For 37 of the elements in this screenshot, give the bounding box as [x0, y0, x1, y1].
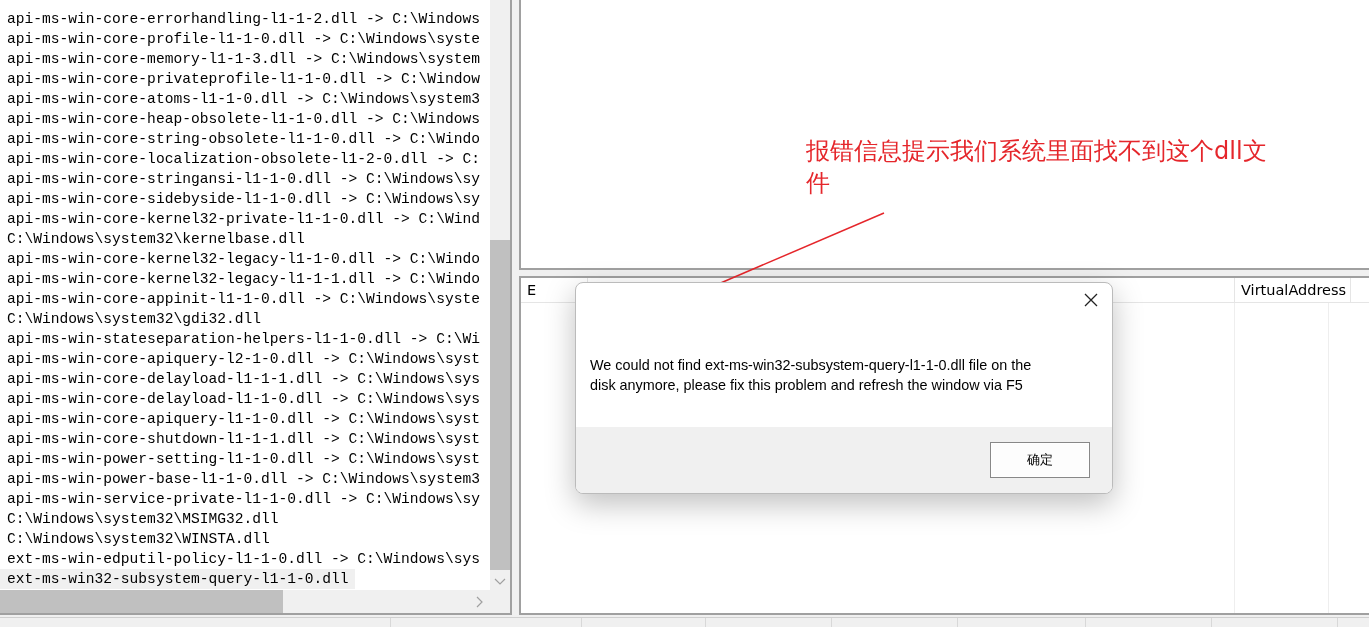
log-line[interactable]: api-ms-win-core-atoms-l1-1-0.dll -> C:\Windows\system3 — [7, 89, 480, 109]
log-line[interactable]: C:\Windows\system32\kernelbase.dll — [7, 229, 305, 249]
log-line[interactable]: api-ms-win-core-memory-l1-1-3.dll -> C:\Windows\system — [7, 49, 480, 69]
log-line[interactable]: api-ms-win-core-shutdown-l1-1-1.dll -> C:\Windows\syst — [7, 429, 480, 449]
log-line[interactable]: C:\Windows\system32\WINSTA.dll — [7, 529, 270, 549]
log-line[interactable]: C:\Windows\system32\MSIMG32.dll — [7, 509, 279, 529]
log-line[interactable]: api-ms-win-core-localization-obsolete-l1-2-0.dll -> C: — [7, 149, 480, 169]
log-line[interactable]: api-ms-win-core-delayload-l1-1-0.dll -> C:\Windows\sys — [7, 389, 480, 409]
annotation-text: 报错信息提示我们系统里面找不到这个dll文件 — [806, 136, 1268, 199]
scroll-right-icon[interactable] — [476, 596, 484, 608]
log-line[interactable]: api-ms-win-core-sidebyside-l1-1-0.dll -> C:\Windows\sy — [7, 189, 480, 209]
log-line[interactable]: api-ms-win-power-base-l1-1-0.dll -> C:\Windows\system3 — [7, 469, 480, 489]
ok-button[interactable]: 确定 — [990, 442, 1090, 478]
log-line[interactable]: api-ms-win-core-apiquery-l2-1-0.dll -> C:\Windows\syst — [7, 349, 480, 369]
log-line[interactable]: api-ms-win-power-setting-l1-1-0.dll -> C:\Windows\syst — [7, 449, 480, 469]
horizontal-scrollbar[interactable] — [0, 590, 510, 613]
log-line[interactable]: api-ms-win-core-kernel32-legacy-l1-1-1.dll -> C:\Windo — [7, 269, 480, 289]
log-line[interactable]: api-ms-win-core-privateprofile-l1-1-0.dll -> C:\Window — [7, 69, 480, 89]
log-line[interactable]: api-ms-win-core-string-obsolete-l1-1-0.dll -> C:\Windo — [7, 129, 480, 149]
close-icon[interactable] — [1084, 293, 1098, 307]
log-line[interactable]: api-ms-win-core-kernel32-legacy-l1-1-0.dll -> C:\Windo — [7, 249, 480, 269]
log-line[interactable]: ext-ms-win-edputil-policy-l1-1-0.dll -> C:\Windows\sys — [7, 549, 480, 569]
log-line[interactable]: api-ms-win-core-appinit-l1-1-0.dll -> C:\Windows\syste — [7, 289, 480, 309]
log-line[interactable]: api-ms-win-service-private-l1-1-0.dll -> C:\Windows\sy — [7, 489, 480, 509]
log-line[interactable]: api-ms-win-core-profile-l1-1-0.dll -> C:\Windows\syste — [7, 29, 480, 49]
error-message: We could not find ext-ms-win32-subsystem-query-l1-1-0.dll file on the disk anymore, please fix this problem and refresh the window via F5 — [589, 356, 1033, 395]
log-line[interactable]: api-ms-win-core-kernel32-private-l1-1-0.dll -> C:\Wind — [7, 209, 480, 229]
scroll-down-icon[interactable] — [494, 578, 507, 586]
log-line[interactable]: api-ms-win-core-stringansi-l1-1-0.dll -> C:\Windows\sy — [7, 169, 480, 189]
log-line[interactable]: api-ms-win-core-errorhandling-l1-1-2.dll -> C:\Windows — [7, 9, 480, 29]
column-header[interactable]: VirtualAddress — [1235, 278, 1352, 302]
log-line[interactable]: api-ms-win-stateseparation-helpers-l1-1-0.dll -> C:\Wi — [7, 329, 480, 349]
log-line[interactable]: C:\Windows\system32\gdi32.dll — [7, 309, 261, 329]
log-line[interactable]: api-ms-win-core-heap-obsolete-l1-1-0.dll -> C:\Windows — [7, 109, 480, 129]
vertical-scrollbar[interactable] — [490, 0, 510, 590]
log-line[interactable]: api-ms-win-core-apiquery-l1-1-0.dll -> C:\Windows\syst — [7, 409, 480, 429]
log-line[interactable]: api-ms-win-core-delayload-l1-1-1.dll -> C:\Windows\sys — [7, 369, 480, 389]
